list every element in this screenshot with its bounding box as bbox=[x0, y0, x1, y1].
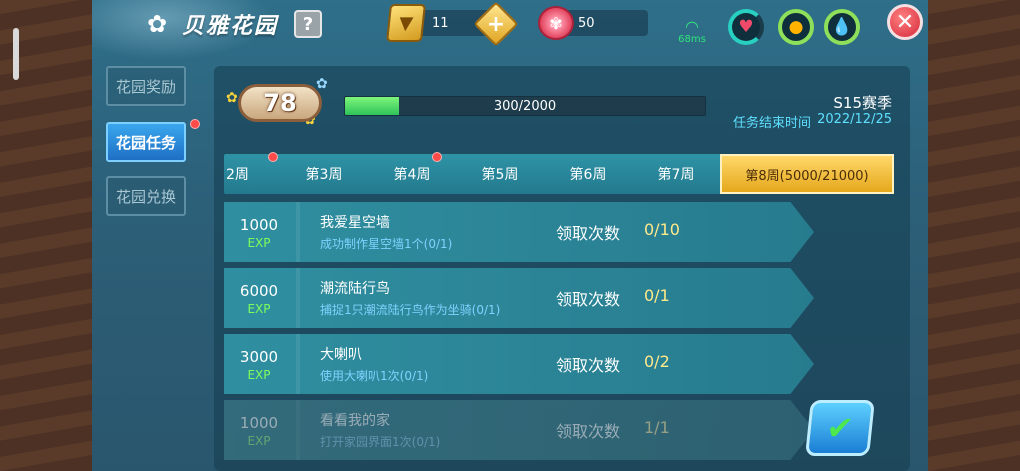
season-end-date: 2022/12/25 bbox=[817, 112, 892, 127]
tab-week-label: 第8周(5000/21000) bbox=[745, 168, 869, 184]
claim-count-value: 1/1 bbox=[644, 418, 670, 437]
network-latency: 68ms bbox=[678, 34, 706, 45]
task-name: 潮流陆行鸟 bbox=[320, 281, 390, 297]
progress-text: 300/2000 bbox=[493, 98, 557, 114]
hunger-meter[interactable]: ● bbox=[778, 9, 814, 45]
page-title: 贝雅花园 bbox=[182, 14, 279, 39]
tab-week-8[interactable]: 第8周(5000/21000) bbox=[720, 154, 894, 194]
divider bbox=[296, 334, 300, 394]
check-icon: ✔ bbox=[824, 409, 856, 447]
divider bbox=[296, 268, 300, 328]
gem-amount: 50 bbox=[578, 15, 595, 31]
task-row[interactable]: 1000 EXP 我爱星空墙 成功制作星空墙1个(0/1) 领取次数 0/10 bbox=[224, 202, 814, 262]
add-gold-button[interactable]: + bbox=[473, 1, 519, 47]
season-name: S15赛季 bbox=[833, 94, 892, 112]
game-screen: ✿ 贝雅花园 ? 11 ▼ + 50 ✾ ◠ 68ms ♥ ● 💧 ✕ 花园奖励… bbox=[0, 0, 1020, 471]
task-exp-label: EXP bbox=[247, 302, 271, 316]
sidebar-item-exchange[interactable]: 花园兑换 bbox=[106, 176, 186, 216]
task-content: ✿ ✿ ✿ 78 300/2000 S15赛季 任务结束时间 2022/12/2… bbox=[214, 66, 910, 471]
heart-icon: ♥ bbox=[738, 17, 754, 37]
task-name: 看看我的家 bbox=[320, 413, 390, 429]
claim-count-value: 0/1 bbox=[644, 286, 670, 305]
task-exp-label: EXP bbox=[247, 368, 271, 382]
tab-week-label: 第4周 bbox=[393, 167, 431, 183]
tab-week-6[interactable]: 第6周 bbox=[544, 154, 632, 194]
task-exp-value: 1000 bbox=[239, 216, 279, 234]
tab-week-4[interactable]: 第4周 bbox=[368, 152, 456, 194]
tab-week-label: 第5周 bbox=[481, 167, 519, 183]
level-badge: ✿ ✿ ✿ 78 bbox=[224, 72, 332, 128]
task-description: 捕捉1只潮流陆行鸟作为坐骑(0/1) bbox=[320, 303, 501, 317]
garden-panel: ✿ 贝雅花园 ? 11 ▼ + 50 ✾ ◠ 68ms ♥ ● 💧 ✕ 花园奖励… bbox=[92, 0, 928, 471]
claim-count-label: 领取次数 bbox=[556, 224, 621, 243]
claim-count-label: 领取次数 bbox=[556, 290, 621, 309]
tab-week-7[interactable]: 第7周 bbox=[632, 154, 720, 194]
thirst-meter[interactable]: 💧 bbox=[824, 9, 860, 45]
flower-decoration-icon: ✿ bbox=[226, 90, 238, 106]
task-exp-value: 6000 bbox=[239, 282, 279, 300]
sidebar-item-rewards[interactable]: 花园奖励 bbox=[106, 66, 186, 106]
gold-amount: 11 bbox=[432, 15, 449, 31]
notification-dot bbox=[432, 152, 442, 162]
task-name: 我爱星空墙 bbox=[320, 215, 390, 231]
wifi-icon: ◠ bbox=[685, 17, 699, 36]
task-exp-label: EXP bbox=[247, 236, 271, 250]
claim-count-value: 0/10 bbox=[644, 220, 680, 239]
side-drag-handle[interactable] bbox=[13, 28, 19, 80]
title-row: ✿ 贝雅花园 ? bbox=[142, 7, 323, 41]
tab-week-label: 2周 bbox=[226, 167, 249, 183]
claim-count-label: 领取次数 bbox=[556, 356, 621, 375]
task-description: 成功制作星空墙1个(0/1) bbox=[320, 237, 453, 251]
task-description: 使用大喇叭1次(0/1) bbox=[320, 369, 429, 383]
desert-background-right bbox=[928, 0, 1020, 471]
tab-week-label: 第7周 bbox=[657, 167, 695, 183]
notification-dot bbox=[268, 152, 278, 162]
week-tabs: 2周 第3周 第4周 第5周 第6周 第7周 第8周(5000/21000) bbox=[224, 152, 894, 194]
flower-gem-icon: ✾ bbox=[538, 6, 574, 40]
flower-decoration-icon: ✿ bbox=[316, 76, 328, 92]
flower-icon: ✿ bbox=[146, 10, 168, 38]
season-progress-bar: 300/2000 bbox=[344, 96, 706, 116]
close-button[interactable]: ✕ bbox=[887, 4, 923, 40]
task-row-completed[interactable]: 1000 EXP 看看我的家 打开家园界面1次(0/1) 领取次数 1/1 bbox=[224, 400, 814, 460]
task-description: 打开家园界面1次(0/1) bbox=[320, 435, 441, 449]
season-end: 任务结束时间 2022/12/25 bbox=[733, 112, 892, 131]
notification-dot bbox=[190, 119, 200, 129]
tab-week-2[interactable]: 2周 bbox=[224, 152, 280, 194]
claim-count-value: 0/2 bbox=[644, 352, 670, 371]
gold-ticket-icon: ▼ bbox=[386, 4, 426, 42]
network-indicator: ◠ 68ms bbox=[678, 17, 706, 46]
task-exp-value: 1000 bbox=[239, 414, 279, 432]
tab-week-label: 第3周 bbox=[305, 167, 343, 183]
task-name: 大喇叭 bbox=[320, 347, 362, 363]
divider bbox=[296, 202, 300, 262]
divider bbox=[296, 400, 300, 460]
task-exp-label: EXP bbox=[247, 434, 271, 448]
tab-week-3[interactable]: 第3周 bbox=[280, 154, 368, 194]
tab-week-5[interactable]: 第5周 bbox=[456, 154, 544, 194]
level-number: 78 bbox=[238, 84, 322, 122]
sidebar-item-tasks[interactable]: 花园任务 bbox=[106, 122, 186, 162]
tab-week-label: 第6周 bbox=[569, 167, 607, 183]
task-row[interactable]: 3000 EXP 大喇叭 使用大喇叭1次(0/1) 领取次数 0/2 bbox=[224, 334, 814, 394]
mood-meter[interactable]: ♥ bbox=[728, 9, 764, 45]
plus-icon: + bbox=[486, 11, 506, 37]
food-icon: ● bbox=[788, 17, 804, 37]
help-button[interactable]: ? bbox=[294, 10, 323, 38]
claim-count-label: 领取次数 bbox=[556, 422, 621, 441]
task-row[interactable]: 6000 EXP 潮流陆行鸟 捕捉1只潮流陆行鸟作为坐骑(0/1) 领取次数 0… bbox=[224, 268, 814, 328]
season-end-label: 任务结束时间 bbox=[733, 116, 812, 131]
task-exp-value: 3000 bbox=[239, 348, 279, 366]
water-drop-icon: 💧 bbox=[831, 17, 853, 37]
claim-complete-button[interactable]: ✔ bbox=[805, 400, 875, 456]
